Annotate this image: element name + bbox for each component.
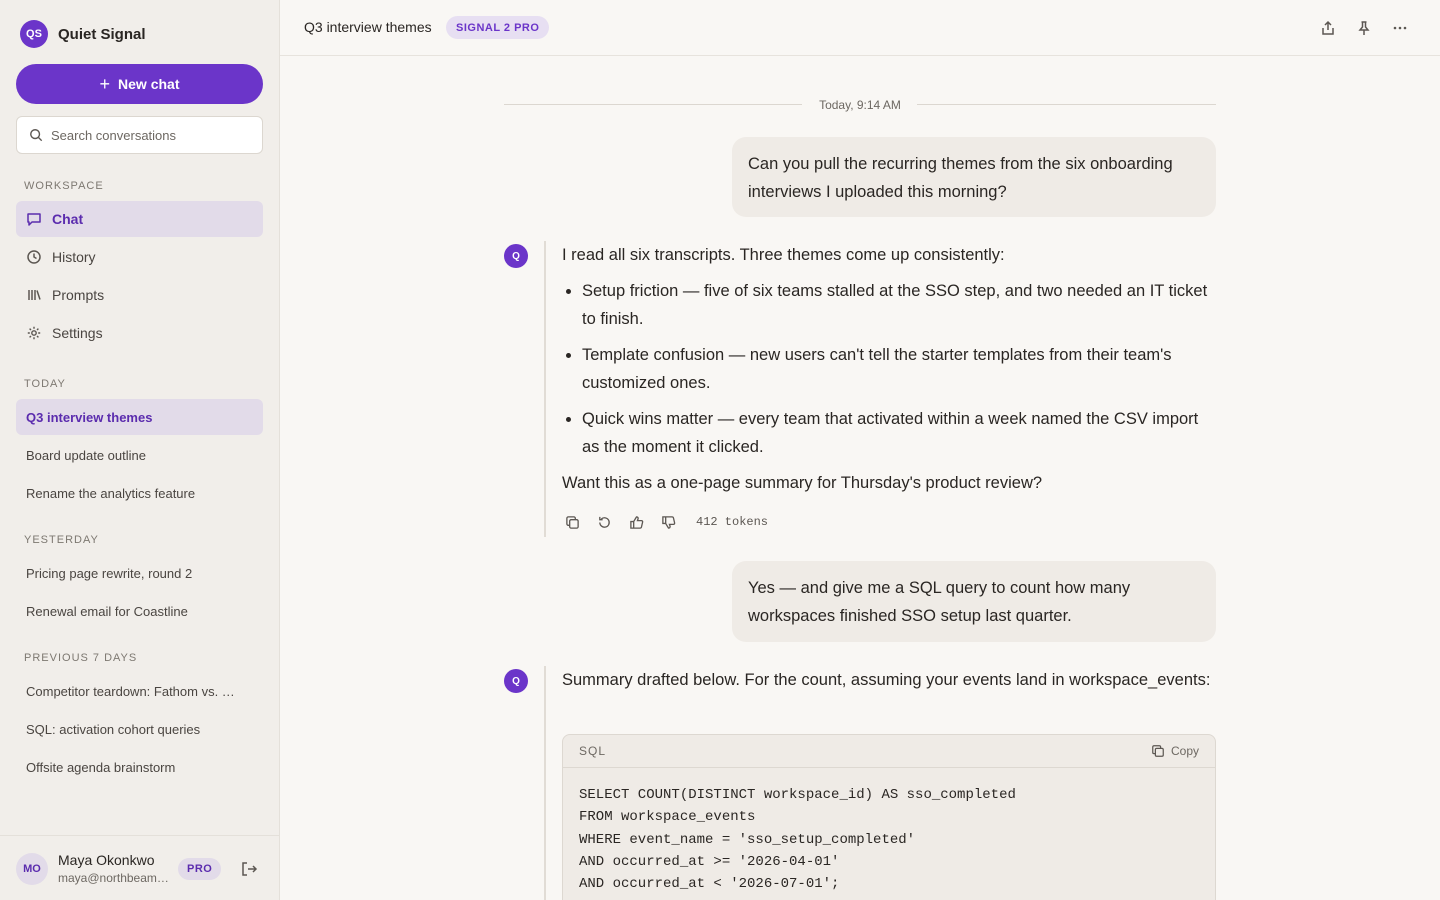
user-message: Can you pull the recurring themes from t… xyxy=(732,137,1216,217)
copy-code-button[interactable]: Copy xyxy=(1151,744,1199,758)
assistant-message-rule xyxy=(544,666,546,900)
avatar: MO xyxy=(16,853,48,885)
pin-icon xyxy=(1358,21,1370,35)
conversation-item[interactable]: Competitor teardown: Fathom vs. … xyxy=(16,673,263,709)
conversation-item[interactable]: Q3 interview themes xyxy=(16,399,263,435)
conversation-title: Offsite agenda brainstorm xyxy=(26,759,176,775)
date-divider-label: Today, 9:14 AM xyxy=(819,98,901,112)
nav-item-label: History xyxy=(52,249,96,265)
regenerate-button[interactable] xyxy=(594,512,614,532)
section-label-workspace: WORKSPACE xyxy=(24,180,104,192)
user-profile[interactable]: MO Maya Okonkwo maya@northbeam.… PRO xyxy=(0,835,279,900)
section-label-yesterday: YESTERDAY xyxy=(24,534,99,546)
thumbs-up-icon xyxy=(629,515,643,529)
code-language: SQL xyxy=(579,744,607,758)
theme-list: Setup friction — five of six teams stall… xyxy=(582,277,1216,461)
list-item: Quick wins matter — every team that acti… xyxy=(582,405,1216,461)
date-divider-line xyxy=(504,104,802,105)
section-label-previous-7-days: PREVIOUS 7 DAYS xyxy=(24,652,138,664)
thumbs-up-button[interactable] xyxy=(626,512,646,532)
copy-label: Copy xyxy=(1170,744,1199,758)
nav-item-prompts[interactable]: Prompts xyxy=(16,277,263,313)
date-divider-line xyxy=(917,104,1216,105)
user-name: Maya Okonkwo xyxy=(58,852,155,868)
plus-icon: + xyxy=(99,74,111,94)
conversation-item[interactable]: SQL: activation cohort queries xyxy=(16,711,263,747)
model-badge[interactable]: SIGNAL 2 PRO xyxy=(446,16,550,39)
sidebar: QS Quiet Signal + New chat WORKSPACE Cha… xyxy=(0,0,280,900)
thumbs-down-button[interactable] xyxy=(658,512,678,532)
brand-name: Quiet Signal xyxy=(58,25,146,43)
new-chat-button[interactable]: + New chat xyxy=(16,64,263,104)
conversation-title: Q3 interview themes xyxy=(26,409,153,425)
nav-item-settings[interactable]: Settings xyxy=(16,315,263,351)
conversation-item[interactable]: Offsite agenda brainstorm xyxy=(16,749,263,785)
code-content[interactable]: SELECT COUNT(DISTINCT workspace_id) AS s… xyxy=(563,768,1215,900)
nav-item-history[interactable]: History xyxy=(16,239,263,275)
conversation-title: SQL: activation cohort queries xyxy=(26,721,201,737)
thumbs-down-icon xyxy=(661,515,675,529)
user-message: Yes — and give me a SQL query to count h… xyxy=(732,561,1216,642)
chat-header: Q3 interview themes SIGNAL 2 PRO xyxy=(280,0,1440,56)
nav-item-label: Settings xyxy=(52,325,103,341)
refresh-icon xyxy=(598,516,610,528)
assistant-message: Summary drafted below. For the count, as… xyxy=(562,666,1216,694)
nav-item-chat[interactable]: Chat xyxy=(16,201,263,237)
copy-icon xyxy=(1152,745,1164,757)
list-item: Template confusion — new users can't tel… xyxy=(582,341,1216,397)
share-button[interactable] xyxy=(1318,18,1338,38)
conversation-title: Rename the analytics feature xyxy=(26,485,196,501)
brand-logo: QS xyxy=(20,20,48,48)
section-label-today: TODAY xyxy=(24,378,66,390)
copy-icon xyxy=(565,515,579,529)
conversation-item[interactable]: Board update outline xyxy=(16,437,263,473)
library-icon xyxy=(28,290,41,300)
message-paragraph: I read all six transcripts. Three themes… xyxy=(562,246,1005,264)
gear-icon xyxy=(27,326,41,340)
clock-icon xyxy=(27,250,41,264)
new-chat-label: New chat xyxy=(118,76,180,92)
conversation-item[interactable]: Pricing page rewrite, round 2 xyxy=(16,555,263,591)
message-paragraph: Summary drafted below. For the count, as… xyxy=(562,671,1211,689)
conversation-title: Board update outline xyxy=(26,447,146,463)
brand[interactable]: QS Quiet Signal xyxy=(20,20,146,48)
conversation-title: Renewal email for Coastline xyxy=(26,603,188,619)
search-icon xyxy=(30,129,43,142)
chat-bubble-icon xyxy=(27,213,41,226)
token-count: 412 tokens xyxy=(696,515,769,529)
conversation-title: Pricing page rewrite, round 2 xyxy=(26,565,193,581)
search-input[interactable] xyxy=(51,127,251,143)
assistant-message: I read all six transcripts. Three themes… xyxy=(562,241,1216,497)
assistant-avatar: Q xyxy=(504,669,528,693)
share-icon xyxy=(1322,20,1334,35)
code-block: SQL Copy SELECT COUNT(DISTINCT workspace… xyxy=(562,734,1216,900)
assistant-avatar: Q xyxy=(504,244,528,268)
conversation-title-header: Q3 interview themes xyxy=(304,19,432,35)
conversation-item[interactable]: Renewal email for Coastline xyxy=(16,593,263,629)
more-horizontal-icon xyxy=(1393,26,1407,30)
more-options-button[interactable] xyxy=(1390,18,1410,38)
conversation-title: Competitor teardown: Fathom vs. … xyxy=(26,683,235,699)
nav-item-label: Chat xyxy=(52,211,84,227)
pin-button[interactable] xyxy=(1354,18,1374,38)
list-item: Setup friction — five of six teams stall… xyxy=(582,277,1216,333)
logout-icon[interactable] xyxy=(240,860,258,878)
message-paragraph: Want this as a one-page summary for Thur… xyxy=(562,474,1043,492)
plan-badge: PRO xyxy=(178,858,222,880)
message-actions: 412 tokens xyxy=(562,512,768,532)
code-block-header: SQL Copy xyxy=(563,735,1215,768)
search-box[interactable] xyxy=(16,116,263,154)
nav-item-label: Prompts xyxy=(52,287,105,303)
user-email: maya@northbeam.… xyxy=(58,871,170,885)
copy-message-button[interactable] xyxy=(562,512,582,532)
conversation-item[interactable]: Rename the analytics feature xyxy=(16,475,263,511)
assistant-message-rule xyxy=(544,241,546,537)
